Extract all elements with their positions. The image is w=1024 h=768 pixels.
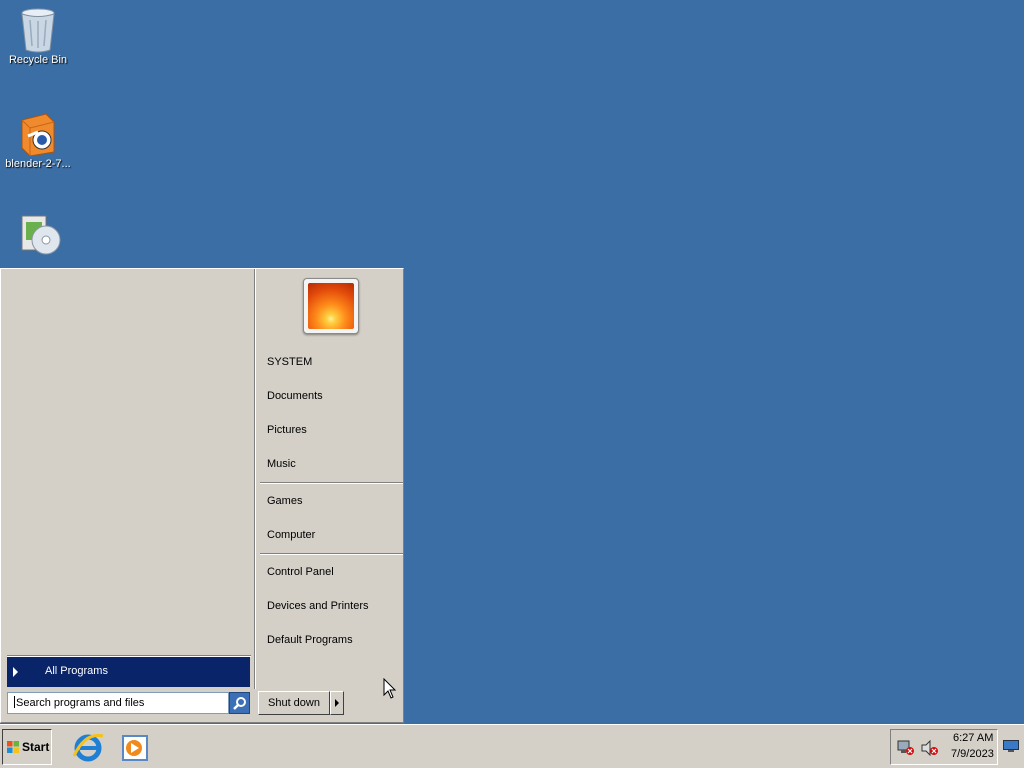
desktop-icon-setup[interactable] [0, 212, 76, 260]
media-player-icon[interactable] [118, 730, 152, 764]
all-programs-button[interactable]: All Programs [7, 657, 250, 687]
clock-date[interactable]: 7/9/2023 [951, 748, 994, 760]
all-programs-label: All Programs [45, 665, 108, 677]
desktop-icon-label: blender-2-7... [5, 158, 71, 170]
arrow-right-icon [13, 667, 18, 677]
volume-muted-icon[interactable] [921, 740, 939, 756]
start-item-computer[interactable]: Computer [267, 529, 315, 541]
start-item-system[interactable]: SYSTEM [267, 356, 312, 368]
start-item-control-panel[interactable]: Control Panel [267, 566, 334, 578]
arrow-right-icon [335, 699, 339, 707]
right-pane-separator [260, 553, 403, 555]
start-menu: All Programs Search programs and files S… [0, 268, 404, 723]
start-menu-divider [254, 269, 256, 689]
user-picture[interactable] [303, 278, 359, 334]
flower-picture-icon [308, 283, 354, 329]
internet-explorer-icon[interactable] [71, 730, 105, 764]
desktop-icon-label: Recycle Bin [8, 54, 68, 66]
show-desktop-icon[interactable] [1003, 740, 1019, 752]
search-placeholder: Search programs and files [16, 697, 145, 709]
search-button[interactable] [229, 692, 250, 714]
mouse-cursor-icon [383, 678, 397, 699]
start-item-games[interactable]: Games [267, 495, 302, 507]
taskbar: Start [0, 724, 1024, 768]
desktop-icon-recycle-bin[interactable]: Recycle Bin [0, 6, 76, 66]
search-icon [233, 697, 246, 710]
start-item-pictures[interactable]: Pictures [267, 424, 307, 436]
start-label: Start [22, 740, 50, 754]
right-pane-separator [260, 482, 403, 484]
start-item-documents[interactable]: Documents [267, 390, 323, 402]
recycle-bin-icon [16, 6, 60, 53]
shutdown-button[interactable]: Shut down [258, 691, 330, 715]
start-button[interactable]: Start [2, 729, 52, 765]
start-menu-programs-pane [3, 271, 253, 654]
shutdown-options-button[interactable] [330, 691, 344, 715]
network-disconnected-icon[interactable] [897, 740, 915, 756]
clock-time[interactable]: 6:27 AM [953, 732, 993, 744]
start-item-music[interactable]: Music [267, 458, 296, 470]
windows-flag-icon [7, 741, 19, 753]
setup-disc-icon [16, 212, 61, 256]
desktop-icon-blender[interactable]: blender-2-7... [0, 110, 76, 170]
search-input[interactable]: Search programs and files [7, 692, 229, 714]
start-item-default-programs[interactable]: Default Programs [267, 634, 353, 646]
blender-installer-icon [16, 110, 60, 157]
start-item-devices-printers[interactable]: Devices and Printers [267, 600, 369, 612]
